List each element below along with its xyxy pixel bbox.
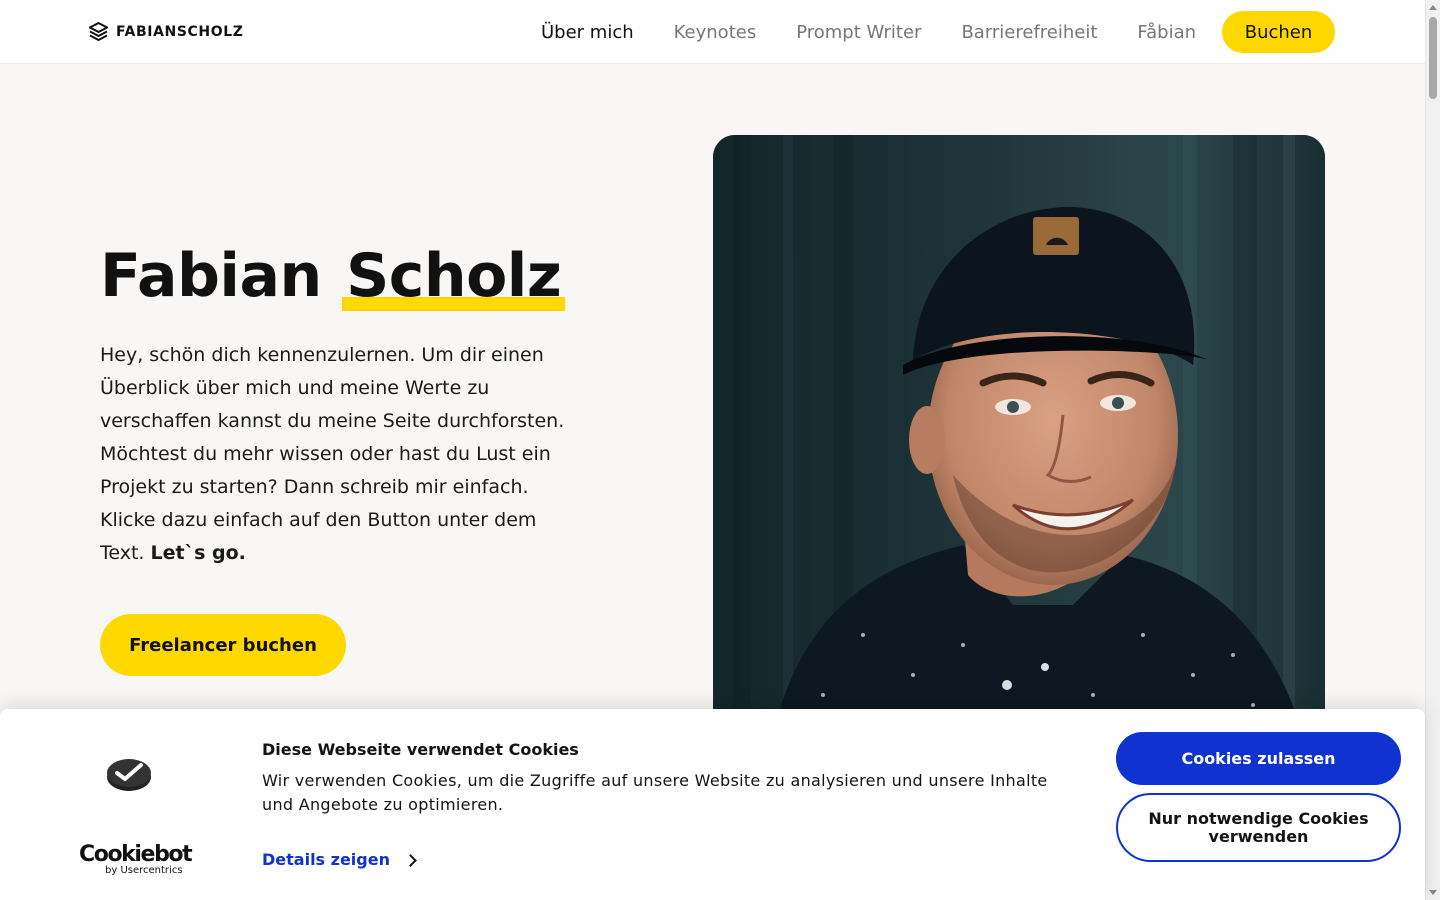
hero-title-highlight: Scholz — [342, 241, 566, 311]
hero-title-first: Fabian — [100, 241, 322, 311]
cookie-details-label[interactable]: Details zeigen — [262, 850, 390, 869]
portrait-illustration — [713, 135, 1325, 735]
nav-item-ueber-mich[interactable]: Über mich — [541, 22, 634, 43]
freelancer-book-button[interactable]: Freelancer buchen — [100, 614, 346, 676]
main-nav: Über mich Keynotes Prompt Writer Barrier… — [541, 0, 1236, 64]
cookiebot-logo-icon — [107, 759, 151, 791]
cookie-title: Diese Webseite verwendet Cookies — [262, 740, 579, 759]
nav-item-keynotes[interactable]: Keynotes — [674, 22, 757, 43]
site-logo[interactable]: FABIANSCHOLZ — [89, 22, 243, 42]
necessary-cookies-button[interactable]: Nur notwendige Cookies verwenden — [1116, 793, 1401, 862]
cookiebot-byline: by Usercentrics — [105, 865, 183, 876]
site-header: FABIANSCHOLZ Über mich Keynotes Prompt W… — [0, 0, 1425, 64]
nav-item-barrierefreiheit[interactable]: Barrierefreiheit — [961, 22, 1097, 43]
allow-cookies-button[interactable]: Cookies zulassen — [1116, 732, 1401, 785]
hero-intro-bold: Let`s go. — [150, 542, 246, 564]
scroll-up-icon[interactable] — [1429, 5, 1437, 10]
book-button[interactable]: Buchen — [1222, 11, 1335, 53]
scroll-down-icon[interactable] — [1429, 890, 1437, 895]
logo-text: FABIANSCHOLZ — [116, 24, 244, 40]
nav-item-prompt-writer[interactable]: Prompt Writer — [796, 22, 921, 43]
logo-icon — [89, 22, 108, 42]
cookie-description: Wir verwenden Cookies, um die Zugriffe a… — [262, 771, 1048, 814]
portrait-photo — [713, 135, 1325, 735]
nav-item-fabian[interactable]: Fåbian — [1137, 22, 1196, 43]
chevron-right-icon — [404, 853, 417, 867]
cookiebot-brand: Cookiebot by Usercentrics — [79, 842, 193, 877]
scrollbar-thumb[interactable] — [1429, 17, 1437, 99]
cookiebot-name: Cookiebot — [79, 842, 193, 867]
hero-title: Fabian Scholz — [100, 240, 566, 312]
hero-intro-text: Hey, schön dich kennenzulernen. Um dir e… — [100, 339, 570, 570]
cookie-details-link[interactable]: Details zeigen — [262, 850, 417, 869]
page-scrollbar[interactable] — [1425, 0, 1440, 900]
hero-intro-body: Hey, schön dich kennenzulernen. Um dir e… — [100, 344, 565, 564]
